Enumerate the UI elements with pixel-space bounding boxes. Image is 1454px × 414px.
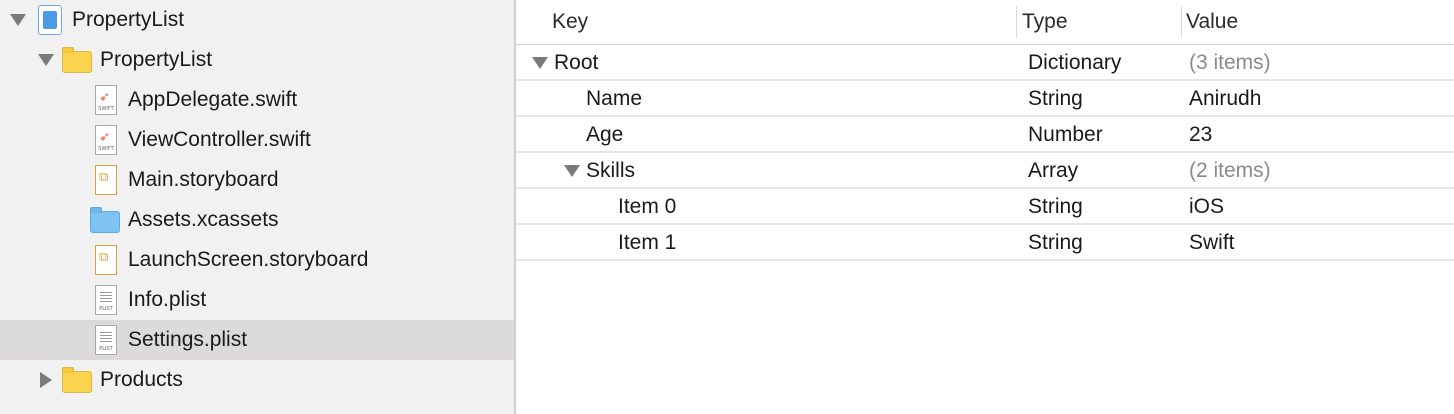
row-key[interactable]: Root — [554, 51, 598, 75]
xcode-window: PropertyList PropertyList ➶ SWIFT AppDel… — [0, 0, 1454, 414]
row-type[interactable]: Array — [1028, 159, 1078, 183]
disclosure-expanded-icon[interactable] — [38, 54, 54, 66]
column-divider[interactable] — [1016, 6, 1017, 38]
plist-row-item-0[interactable]: Item 0 String iOS — [516, 189, 1454, 225]
nav-item-label: Products — [100, 368, 183, 391]
file-tag: PLIST — [99, 306, 113, 312]
nav-item-group-propertylist[interactable]: PropertyList — [0, 40, 514, 80]
row-type[interactable]: Dictionary — [1028, 51, 1121, 75]
plist-row-item-1[interactable]: Item 1 String Swift — [516, 225, 1454, 261]
nav-item-settings-plist[interactable]: PLIST Settings.plist — [0, 320, 514, 360]
row-type[interactable]: String — [1028, 87, 1083, 111]
plist-row-age[interactable]: Age Number 23 — [516, 117, 1454, 153]
disclosure-expanded-icon[interactable] — [10, 14, 26, 26]
row-type[interactable]: Number — [1028, 123, 1103, 147]
disclosure-collapsed-icon[interactable] — [40, 372, 52, 388]
project-navigator: PropertyList PropertyList ➶ SWIFT AppDel… — [0, 0, 516, 414]
row-key[interactable]: Item 0 — [618, 195, 676, 219]
nav-item-label: AppDelegate.swift — [128, 88, 298, 111]
row-key[interactable]: Age — [586, 123, 623, 147]
disclosure-expanded-icon[interactable] — [532, 57, 548, 69]
row-value[interactable]: Swift — [1189, 231, 1235, 255]
swift-file-icon: ➶ SWIFT — [95, 85, 117, 115]
plist-lines-icon — [100, 292, 112, 304]
row-value[interactable]: 23 — [1189, 123, 1212, 147]
nav-item-label: Main.storyboard — [128, 168, 279, 191]
nav-item-viewcontroller[interactable]: ➶ SWIFT ViewController.swift — [0, 120, 514, 160]
plist-row-root[interactable]: Root Dictionary (3 items) — [516, 45, 1454, 81]
swift-file-icon: ➶ SWIFT — [95, 125, 117, 155]
nav-item-label: LaunchScreen.storyboard — [128, 248, 369, 271]
row-key[interactable]: Skills — [586, 159, 635, 183]
plist-row-skills[interactable]: Skills Array (2 items) — [516, 153, 1454, 189]
nav-item-main-storyboard[interactable]: ⧉ Main.storyboard — [0, 160, 514, 200]
nav-item-label: Assets.xcassets — [128, 208, 279, 231]
plist-editor: Key Type Value Root Dictionary (3 items)… — [516, 0, 1454, 414]
swift-logo-icon: ➶ — [99, 129, 110, 144]
plist-lines-icon — [100, 332, 112, 344]
nav-item-info-plist[interactable]: PLIST Info.plist — [0, 280, 514, 320]
nav-item-label: Info.plist — [128, 288, 207, 311]
storyboard-glyph-icon: ⧉ — [99, 169, 109, 184]
row-key[interactable]: Name — [586, 87, 642, 111]
folder-icon — [62, 367, 92, 393]
row-key[interactable]: Item 1 — [618, 231, 676, 255]
disclosure-expanded-icon[interactable] — [564, 165, 580, 177]
nav-item-launchscreen[interactable]: ⧉ LaunchScreen.storyboard — [0, 240, 514, 280]
column-header-type[interactable]: Type — [1022, 10, 1068, 34]
column-divider[interactable] — [1181, 6, 1182, 38]
nav-item-label: Settings.plist — [128, 328, 248, 351]
plist-file-icon: PLIST — [95, 325, 117, 355]
row-value[interactable]: (3 items) — [1189, 51, 1271, 75]
file-tag: SWIFT — [98, 106, 114, 112]
column-header-value[interactable]: Value — [1186, 10, 1238, 34]
row-type[interactable]: String — [1028, 231, 1083, 255]
nav-item-project[interactable]: PropertyList — [0, 0, 514, 40]
row-value[interactable]: (2 items) — [1189, 159, 1271, 183]
nav-item-products[interactable]: Products — [0, 360, 514, 400]
row-value[interactable]: Anirudh — [1189, 87, 1261, 111]
column-header: Key Type Value — [516, 0, 1454, 44]
asset-catalog-icon — [90, 207, 120, 233]
plist-row-name[interactable]: Name String Anirudh — [516, 81, 1454, 117]
nav-item-label: PropertyList — [72, 8, 185, 31]
row-type[interactable]: String — [1028, 195, 1083, 219]
storyboard-glyph-icon: ⧉ — [99, 249, 109, 264]
column-header-key[interactable]: Key — [552, 10, 588, 34]
xcode-project-icon — [38, 5, 62, 35]
folder-icon — [62, 47, 92, 73]
storyboard-file-icon: ⧉ — [95, 165, 117, 195]
storyboard-file-icon: ⧉ — [95, 245, 117, 275]
plist-file-icon: PLIST — [95, 285, 117, 315]
nav-item-label: ViewController.swift — [128, 128, 311, 151]
nav-item-appdelegate[interactable]: ➶ SWIFT AppDelegate.swift — [0, 80, 514, 120]
swift-logo-icon: ➶ — [99, 89, 110, 104]
file-tag: PLIST — [99, 346, 113, 352]
nav-item-assets[interactable]: Assets.xcassets — [0, 200, 514, 240]
nav-item-label: PropertyList — [100, 48, 213, 71]
file-tag: SWIFT — [98, 146, 114, 152]
row-value[interactable]: iOS — [1189, 195, 1224, 219]
